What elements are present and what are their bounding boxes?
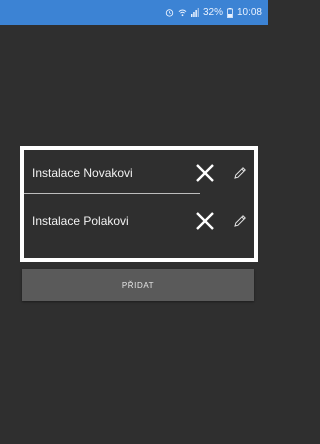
pencil-icon[interactable] (231, 212, 249, 230)
list-item[interactable]: Instalace Polakovi (24, 198, 254, 244)
list-item[interactable]: Instalace Novakovi (24, 150, 254, 196)
list-item-label: Instalace Novakovi (32, 166, 133, 180)
close-icon[interactable] (192, 160, 218, 186)
pencil-icon[interactable] (231, 164, 249, 182)
battery-percent: 32% (202, 7, 223, 18)
alarm-icon (165, 8, 174, 17)
signal-icon (190, 8, 199, 17)
installation-list: Instalace Novakovi Instalace Polakovi (20, 146, 258, 262)
status-time: 10:08 (236, 7, 262, 18)
close-icon[interactable] (192, 208, 218, 234)
list-item-label: Instalace Polakovi (32, 214, 129, 228)
wifi-icon (178, 8, 187, 17)
list-divider (24, 193, 200, 194)
add-button[interactable]: PŘIDAT (22, 269, 254, 301)
status-bar: 32% 10:08 (0, 0, 268, 25)
app-screen: 32% 10:08 Instalace Novakovi Instalace P… (0, 0, 268, 444)
battery-icon (227, 7, 233, 18)
